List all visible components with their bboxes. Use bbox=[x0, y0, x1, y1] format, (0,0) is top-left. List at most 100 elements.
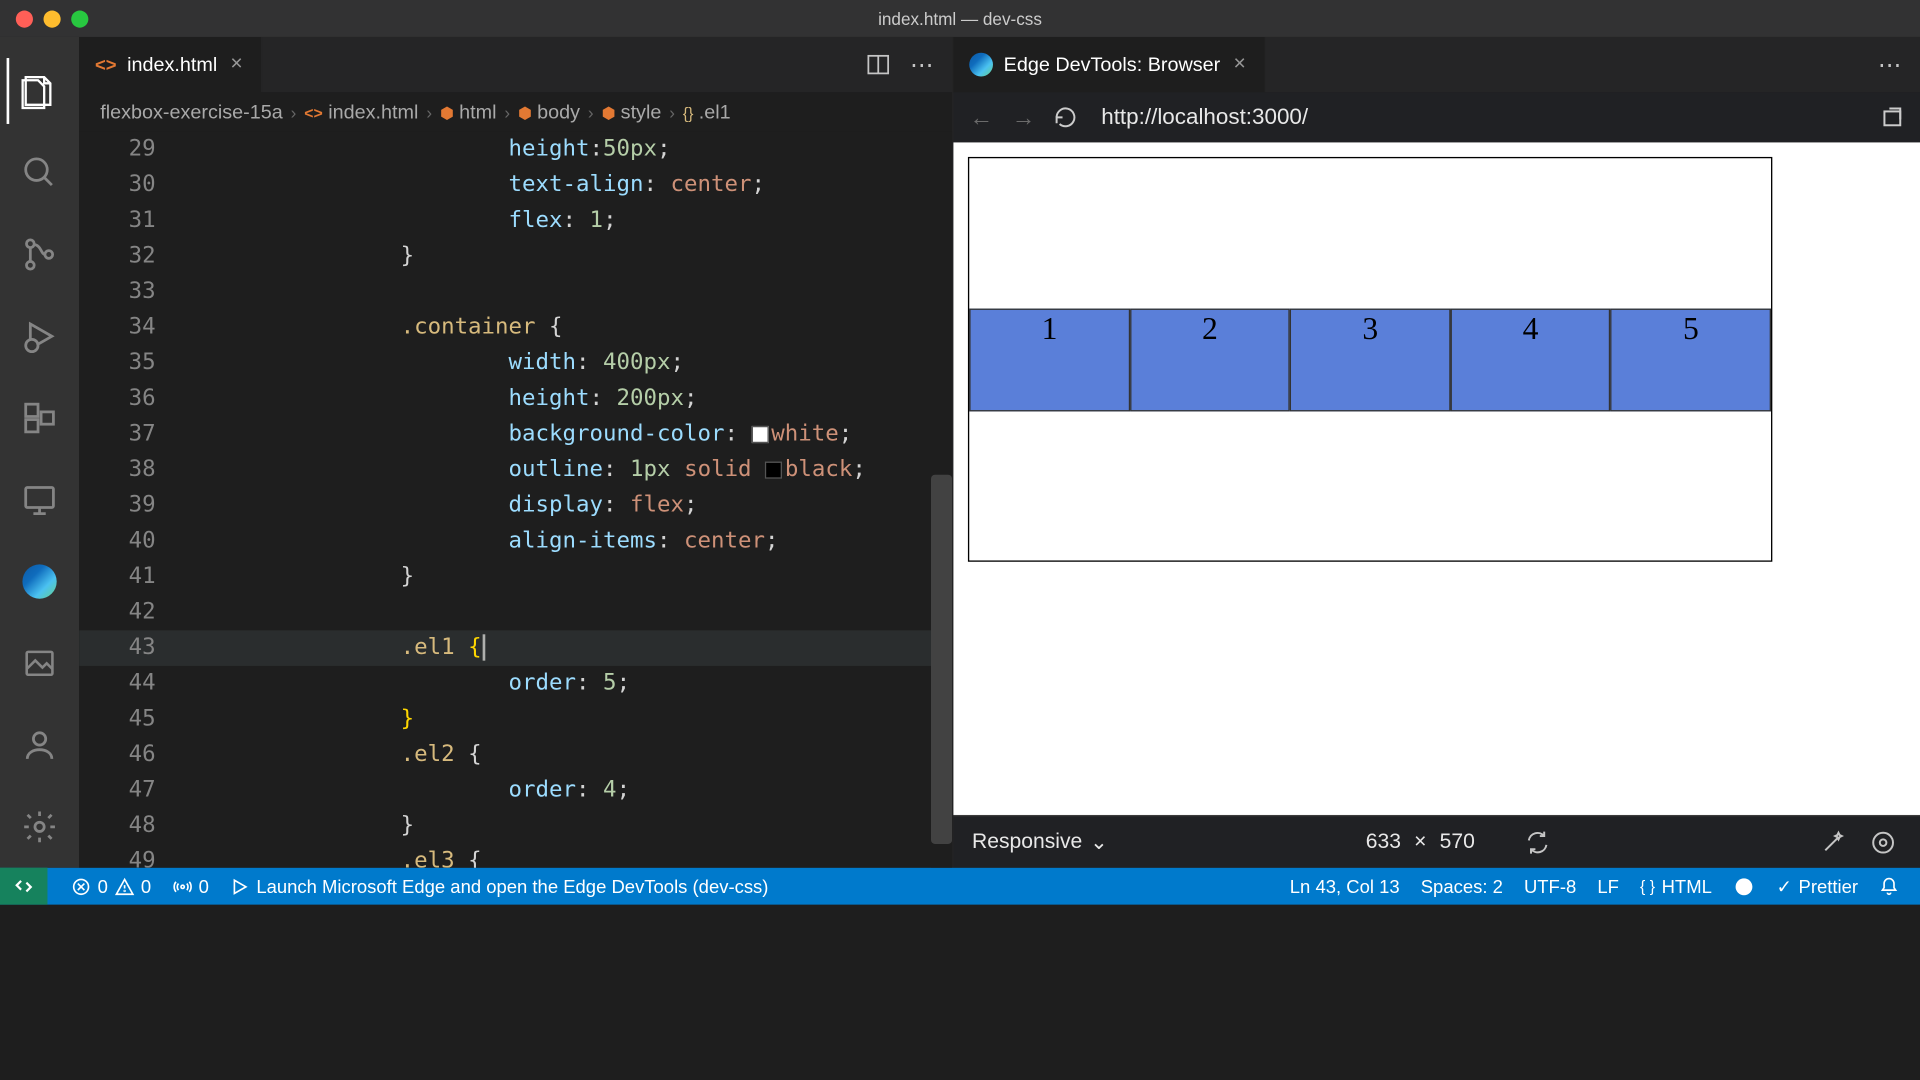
status-golive[interactable] bbox=[1722, 875, 1766, 897]
split-editor-icon[interactable] bbox=[865, 51, 891, 77]
rendered-container: 1 2 3 4 5 bbox=[969, 158, 1771, 560]
open-external-icon[interactable] bbox=[1880, 105, 1904, 129]
breadcrumb-style[interactable]: ⬢style bbox=[602, 101, 662, 123]
status-prettier[interactable]: ✓ Prettier bbox=[1766, 875, 1869, 897]
browser-toolbar: ← → http://localhost:3000/ bbox=[954, 92, 1920, 142]
edge-tools-icon[interactable] bbox=[7, 549, 73, 615]
devtools-tab-bar: Edge DevTools: Browser × ⋯ bbox=[954, 37, 1920, 92]
viewport-width[interactable]: 633 bbox=[1366, 830, 1401, 854]
breadcrumb-project[interactable]: flexbox-exercise-15a bbox=[100, 101, 283, 123]
breadcrumb-el1[interactable]: {}.el1 bbox=[683, 101, 731, 123]
remote-explorer-icon[interactable] bbox=[7, 467, 73, 533]
edge-browser-icon bbox=[969, 53, 993, 77]
status-cursor-position[interactable]: Ln 43, Col 13 bbox=[1279, 876, 1410, 897]
activity-bar bbox=[0, 37, 79, 868]
explorer-icon[interactable] bbox=[7, 58, 73, 124]
html-file-icon: <> bbox=[95, 54, 117, 75]
settings-gear-icon[interactable] bbox=[7, 794, 73, 860]
status-eol[interactable]: LF bbox=[1587, 876, 1630, 897]
status-notifications-icon[interactable] bbox=[1869, 876, 1910, 896]
code-line[interactable]: 42 bbox=[79, 595, 952, 631]
code-line[interactable]: 33 bbox=[79, 274, 952, 310]
code-line[interactable]: 29 height:50px; bbox=[79, 132, 952, 168]
chevron-down-icon: ⌄ bbox=[1090, 829, 1108, 855]
code-line[interactable]: 36 height: 200px; bbox=[79, 381, 952, 417]
more-actions-icon[interactable]: ⋯ bbox=[1878, 51, 1902, 79]
window-titlebar: index.html — dev-css bbox=[0, 0, 1920, 37]
status-encoding[interactable]: UTF-8 bbox=[1513, 876, 1586, 897]
viewport-height[interactable]: 570 bbox=[1440, 830, 1475, 854]
code-line[interactable]: 34 .container { bbox=[79, 310, 952, 346]
editor-tab-bar: <> index.html × ⋯ bbox=[79, 37, 952, 92]
image-preview-icon[interactable] bbox=[7, 630, 73, 696]
window-title: index.html — dev-css bbox=[878, 9, 1042, 29]
back-button[interactable]: ← bbox=[969, 104, 993, 132]
code-line[interactable]: 47 order: 4; bbox=[79, 773, 952, 809]
scrollbar-thumb[interactable] bbox=[931, 475, 952, 844]
run-debug-icon[interactable] bbox=[7, 303, 73, 369]
chevron-right-icon: › bbox=[291, 102, 297, 122]
rendered-box-4: 4 bbox=[1450, 308, 1610, 411]
close-tab-icon[interactable]: × bbox=[1231, 53, 1249, 77]
editor-group-left: <> index.html × ⋯ flexbox-exercise-15a ›… bbox=[79, 37, 953, 868]
search-icon[interactable] bbox=[7, 140, 73, 206]
code-line[interactable]: 38 outline: 1px solid black; bbox=[79, 452, 952, 488]
devtools-tab[interactable]: Edge DevTools: Browser × bbox=[954, 37, 1266, 92]
remote-indicator[interactable] bbox=[0, 868, 47, 905]
minimize-window-button[interactable] bbox=[44, 10, 61, 27]
breadcrumbs[interactable]: flexbox-exercise-15a › <> index.html › ⬢… bbox=[79, 92, 952, 132]
status-problems[interactable]: 0 0 bbox=[61, 876, 162, 897]
extensions-icon[interactable] bbox=[7, 385, 73, 451]
devtools-footer: Responsive ⌄ 633 × 570 bbox=[954, 815, 1920, 868]
code-line[interactable]: 48 } bbox=[79, 808, 952, 844]
rendered-box-3: 3 bbox=[1290, 308, 1450, 411]
code-line[interactable]: 31 flex: 1; bbox=[79, 203, 952, 239]
scrollbar[interactable] bbox=[931, 132, 952, 868]
accounts-icon[interactable] bbox=[7, 712, 73, 778]
editor-group-right: Edge DevTools: Browser × ⋯ ← → http://lo… bbox=[954, 37, 1920, 868]
breadcrumb-file[interactable]: <> index.html bbox=[304, 101, 418, 123]
status-language[interactable]: { } HTML bbox=[1629, 876, 1722, 897]
reload-button[interactable] bbox=[1054, 105, 1078, 129]
breadcrumb-body[interactable]: ⬢body bbox=[518, 101, 580, 123]
breadcrumb-html[interactable]: ⬢html bbox=[440, 101, 496, 123]
code-line[interactable]: 35 width: 400px; bbox=[79, 345, 952, 381]
code-line[interactable]: 41 } bbox=[79, 559, 952, 595]
device-mode-select[interactable]: Responsive ⌄ bbox=[972, 829, 1108, 855]
code-line[interactable]: 44 order: 5; bbox=[79, 666, 952, 702]
screencast-wand-icon[interactable] bbox=[1815, 829, 1852, 855]
maximize-window-button[interactable] bbox=[71, 10, 88, 27]
code-line[interactable]: 39 display: flex; bbox=[79, 488, 952, 524]
code-line[interactable]: 43 .el1 { bbox=[79, 630, 952, 666]
code-line[interactable]: 45 } bbox=[79, 702, 952, 738]
close-tab-icon[interactable]: × bbox=[228, 53, 246, 77]
browser-viewport[interactable]: 1 2 3 4 5 bbox=[954, 142, 1920, 815]
device-mode-label: Responsive bbox=[972, 830, 1082, 854]
code-line[interactable]: 40 align-items: center; bbox=[79, 524, 952, 560]
code-line[interactable]: 32 } bbox=[79, 239, 952, 275]
rotate-viewport-icon[interactable] bbox=[1520, 829, 1557, 855]
editor-tab-label: index.html bbox=[127, 53, 217, 75]
more-actions-icon[interactable]: ⋯ bbox=[910, 51, 934, 79]
traffic-lights bbox=[0, 10, 88, 27]
status-ports[interactable]: 0 bbox=[162, 876, 220, 897]
code-line[interactable]: 37 background-color: white; bbox=[79, 417, 952, 453]
code-line[interactable]: 46 .el2 { bbox=[79, 737, 952, 773]
close-window-button[interactable] bbox=[16, 10, 33, 27]
code-line[interactable]: 30 text-align: center; bbox=[79, 167, 952, 203]
forward-button[interactable]: → bbox=[1012, 104, 1036, 132]
source-control-icon[interactable] bbox=[7, 222, 73, 288]
inspect-element-icon[interactable] bbox=[1865, 829, 1902, 855]
code-editor[interactable]: 29 height:50px;30 text-align: center;31 … bbox=[79, 132, 952, 868]
chevron-right-icon: › bbox=[588, 102, 594, 122]
rendered-box-5: 5 bbox=[1611, 308, 1771, 411]
status-launch-edge[interactable]: Launch Microsoft Edge and open the Edge … bbox=[219, 876, 779, 897]
status-indentation[interactable]: Spaces: 2 bbox=[1410, 876, 1513, 897]
code-line[interactable]: 49 .el3 { bbox=[79, 844, 952, 868]
url-bar[interactable]: http://localhost:3000/ bbox=[1096, 104, 1862, 130]
editor-tab-index-html[interactable]: <> index.html × bbox=[79, 37, 262, 92]
chevron-right-icon: › bbox=[426, 102, 432, 122]
rendered-box-2: 2 bbox=[1130, 308, 1290, 411]
status-bar: 0 0 0 Launch Microsoft Edge and open the… bbox=[0, 868, 1920, 905]
devtools-tab-label: Edge DevTools: Browser bbox=[1004, 53, 1221, 75]
